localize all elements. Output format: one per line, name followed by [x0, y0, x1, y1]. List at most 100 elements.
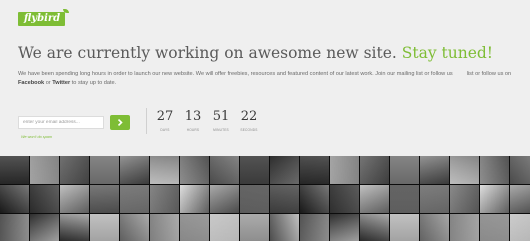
facebook-link[interactable]: Facebook	[18, 80, 44, 86]
spam-note: We won't do spam	[21, 135, 53, 139]
photo-shade	[300, 214, 329, 241]
photo-row	[0, 214, 530, 241]
flybird-logo[interactable]: flybird	[18, 9, 70, 26]
gallery-photo	[480, 185, 509, 213]
gallery-photo	[90, 214, 119, 241]
photo-shade	[420, 185, 449, 213]
divider	[146, 108, 147, 134]
photo-shade	[510, 185, 530, 213]
photo-shade	[210, 156, 239, 184]
intro-or: or	[45, 80, 51, 86]
countdown-value: 22	[240, 109, 258, 124]
gallery-photo	[270, 185, 299, 213]
gallery-photo	[120, 214, 149, 241]
gallery-photo	[90, 185, 119, 213]
countdown-label: SECONDS	[240, 128, 258, 132]
photo-shade	[270, 156, 299, 184]
photo-shade	[300, 156, 329, 184]
gallery-photo	[60, 185, 89, 213]
gallery-photo	[390, 214, 419, 241]
gallery-photo	[360, 156, 389, 184]
photo-shade	[90, 156, 119, 184]
photo-shade	[450, 214, 479, 241]
photo-shade	[90, 185, 119, 213]
photo-shade	[330, 185, 359, 213]
photo-shade	[120, 185, 149, 213]
countdown-seconds: 22 SECONDS	[236, 109, 262, 132]
gallery-photo	[390, 156, 419, 184]
photo-shade	[180, 214, 209, 241]
gallery-photo	[0, 214, 29, 241]
gallery-photo	[330, 185, 359, 213]
gallery-photo	[450, 185, 479, 213]
gallery-photo	[360, 185, 389, 213]
gallery-photo	[300, 156, 329, 184]
email-input[interactable]	[18, 116, 104, 129]
photo-shade	[240, 214, 269, 241]
gallery-photo	[390, 185, 419, 213]
countdown-value: 51	[212, 109, 230, 124]
gallery-photo	[180, 185, 209, 213]
countdown-label: DAYS	[160, 128, 170, 132]
gallery-photo	[210, 156, 239, 184]
gallery-photo	[240, 185, 269, 213]
page-title: We are currently working on awesome new …	[18, 43, 493, 63]
countdown-hours: 13 HOURS	[180, 109, 206, 132]
photo-shade	[0, 185, 29, 213]
gallery-photo	[210, 185, 239, 213]
photo-shade	[30, 185, 59, 213]
intro-text: We have been spending long hours in orde…	[18, 70, 518, 88]
gallery-photo	[450, 214, 479, 241]
photo-shade	[390, 214, 419, 241]
countdown-days: 27 DAYS	[152, 109, 178, 132]
twitter-link[interactable]: Twitter	[52, 80, 70, 86]
photo-shade	[450, 156, 479, 184]
gallery-photo	[180, 156, 209, 184]
gallery-photo	[150, 185, 179, 213]
leaf-icon	[63, 9, 70, 13]
gallery-photo	[420, 185, 449, 213]
arrow-right-icon	[117, 119, 123, 126]
gallery-photo	[180, 214, 209, 241]
gallery-photo	[30, 214, 59, 241]
photo-shade	[360, 214, 389, 241]
photo-gallery-strip	[0, 156, 530, 241]
photo-shade	[390, 185, 419, 213]
gallery-photo	[330, 156, 359, 184]
photo-shade	[480, 156, 509, 184]
gallery-photo	[420, 156, 449, 184]
gallery-photo	[510, 156, 530, 184]
photo-shade	[330, 214, 359, 241]
gallery-photo	[270, 214, 299, 241]
photo-shade	[330, 156, 359, 184]
gallery-photo	[330, 214, 359, 241]
subscribe-button[interactable]	[110, 115, 130, 130]
gallery-photo	[210, 214, 239, 241]
gallery-photo	[240, 214, 269, 241]
photo-shade	[60, 156, 89, 184]
countdown-label: MINUTES	[213, 128, 229, 132]
photo-shade	[300, 185, 329, 213]
countdown-minutes: 51 MINUTES	[208, 109, 234, 132]
photo-shade	[510, 214, 530, 241]
photo-shade	[150, 156, 179, 184]
countdown-value: 27	[156, 109, 174, 124]
photo-shade	[90, 214, 119, 241]
gallery-photo	[30, 156, 59, 184]
photo-shade	[150, 214, 179, 241]
photo-row	[0, 156, 530, 184]
photo-shade	[60, 185, 89, 213]
intro-sentence: We have been spending long hours in orde…	[18, 71, 453, 77]
gallery-photo	[0, 185, 29, 213]
photo-shade	[0, 156, 29, 184]
headline-accent: Stay tuned!	[401, 44, 494, 62]
photo-shade	[60, 214, 89, 241]
photo-shade	[120, 156, 149, 184]
countdown-value: 13	[184, 109, 202, 124]
photo-shade	[30, 156, 59, 184]
photo-shade	[180, 185, 209, 213]
gallery-photo	[120, 156, 149, 184]
gallery-photo	[150, 214, 179, 241]
gallery-photo	[510, 185, 530, 213]
photo-shade	[0, 214, 29, 241]
